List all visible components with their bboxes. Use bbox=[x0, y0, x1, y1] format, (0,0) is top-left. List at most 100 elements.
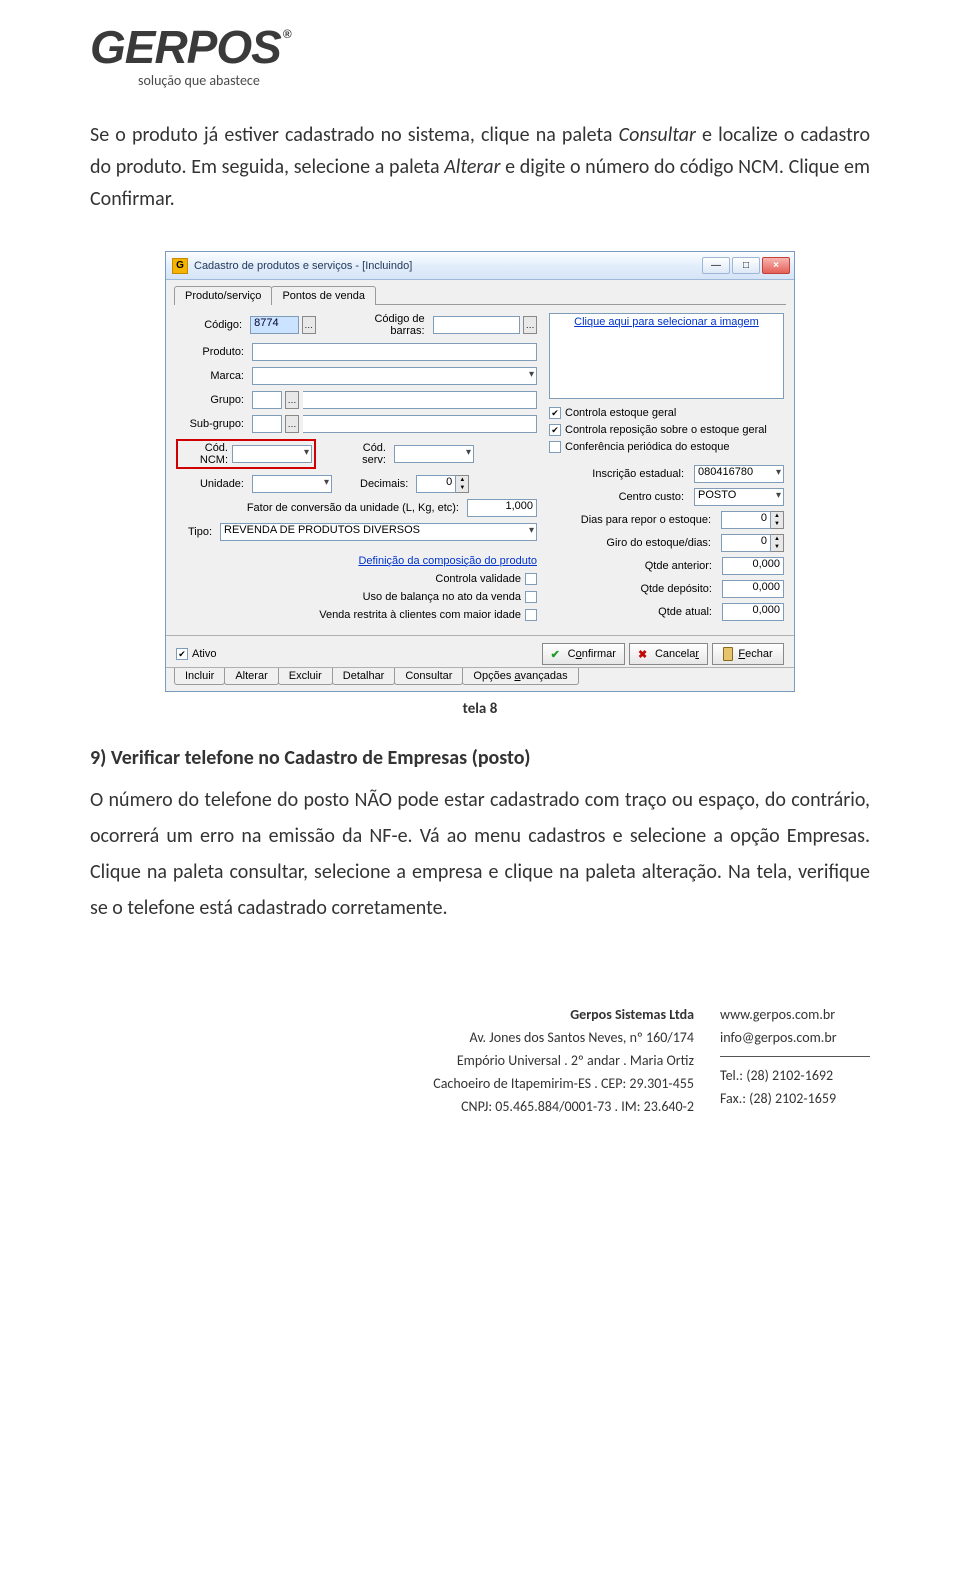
footer-tel: Tel.: (28) 2102-1692 bbox=[720, 1067, 870, 1084]
footer-building: Empório Universal . 2º andar . Maria Ort… bbox=[433, 1052, 694, 1069]
label-controla-estoque: Controla estoque geral bbox=[565, 407, 676, 419]
input-subgrupo[interactable] bbox=[252, 415, 282, 433]
highlight-cod-ncm: Cód. NCM: bbox=[176, 439, 316, 469]
select-codncm[interactable] bbox=[232, 445, 312, 463]
footer-city: Cachoeiro de Itapemirim-ES . CEP: 29.301… bbox=[433, 1075, 694, 1092]
label-codncm: Cód. NCM: bbox=[180, 442, 232, 466]
select-codserv[interactable] bbox=[394, 445, 474, 463]
select-insc-estadual[interactable]: 080416780 bbox=[694, 465, 784, 483]
footer-contact: www.gerpos.com.br info@gerpos.com.br Tel… bbox=[720, 1006, 870, 1115]
ref-alterar: Alterar bbox=[444, 155, 500, 179]
button-subgrupo-browse[interactable]: … bbox=[285, 415, 299, 433]
input-qtde-anterior[interactable]: 0,000 bbox=[722, 557, 784, 575]
button-codbarras-browse[interactable]: … bbox=[523, 316, 537, 334]
check-icon bbox=[551, 648, 563, 660]
tab-produto-servico[interactable]: Produto/serviço bbox=[174, 286, 272, 305]
label-codbarras: Código de barras: bbox=[340, 313, 429, 337]
tab-excluir[interactable]: Excluir bbox=[278, 668, 333, 685]
logo-tagline: solução que abastece bbox=[138, 72, 390, 89]
chevron-down-icon[interactable]: ▼ bbox=[456, 484, 468, 492]
input-fator[interactable]: 1,000 bbox=[467, 499, 537, 517]
bottom-tabs: Incluir Alterar Excluir Detalhar Consult… bbox=[166, 667, 794, 691]
footer-website: www.gerpos.com.br bbox=[720, 1006, 870, 1023]
footer-divider bbox=[720, 1056, 870, 1057]
tab-opcoes-avancadas[interactable]: Opções avançadas bbox=[462, 668, 578, 685]
label-qtde-deposito: Qtde depósito: bbox=[549, 583, 716, 595]
input-subgrupo-desc[interactable] bbox=[303, 415, 537, 433]
tab-alterar[interactable]: Alterar bbox=[224, 668, 278, 685]
minimize-button[interactable]: — bbox=[702, 257, 730, 274]
checkbox-conferencia[interactable] bbox=[549, 441, 561, 453]
select-marca[interactable] bbox=[252, 367, 537, 385]
input-codigo[interactable]: 8774 bbox=[250, 316, 299, 334]
section-9-body: O número do telefone do posto NÃO pode e… bbox=[90, 782, 870, 926]
input-qtde-atual[interactable]: 0,000 bbox=[722, 603, 784, 621]
maximize-button[interactable]: □ bbox=[732, 257, 760, 274]
label-subgrupo: Sub-grupo: bbox=[176, 418, 248, 430]
select-tipo[interactable]: REVENDA DE PRODUTOS DIVERSOS bbox=[220, 523, 537, 541]
label-fator: Fator de conversão da unidade (L, Kg, et… bbox=[176, 502, 463, 514]
label-qtde-atual: Qtde atual: bbox=[549, 606, 716, 618]
button-grupo-browse[interactable]: … bbox=[285, 391, 299, 409]
ref-consultar: Consultar bbox=[619, 123, 696, 147]
link-definicao-composicao[interactable]: Definição da composição do produto bbox=[358, 555, 537, 567]
label-codigo: Código: bbox=[176, 319, 246, 331]
image-placeholder[interactable]: Clique aqui para selecionar a imagem bbox=[549, 313, 784, 399]
chevron-up-icon[interactable]: ▲ bbox=[771, 512, 783, 520]
footer-street: Av. Jones dos Santos Neves, nº 160/174 bbox=[433, 1029, 694, 1046]
chevron-up-icon[interactable]: ▲ bbox=[771, 535, 783, 543]
button-confirmar[interactable]: Confirmar bbox=[542, 643, 625, 665]
label-dias-repor: Dias para repor o estoque: bbox=[549, 514, 715, 526]
label-ativo: Ativo bbox=[192, 648, 216, 660]
select-centro-custo[interactable]: POSTO bbox=[694, 488, 784, 506]
label-unidade: Unidade: bbox=[176, 478, 248, 490]
app-window: G Cadastro de produtos e serviços - [Inc… bbox=[165, 251, 795, 692]
window-title: Cadastro de produtos e serviços - [Inclu… bbox=[194, 260, 702, 272]
input-qtde-deposito[interactable]: 0,000 bbox=[722, 580, 784, 598]
input-produto[interactable] bbox=[252, 343, 537, 361]
checkbox-controla-reposicao[interactable]: ✔ bbox=[549, 424, 561, 436]
chevron-down-icon[interactable]: ▼ bbox=[771, 520, 783, 528]
checkbox-ativo[interactable]: ✔ bbox=[176, 648, 188, 660]
logo-brand: GERPOS® bbox=[90, 24, 390, 70]
close-button[interactable]: × bbox=[762, 257, 790, 274]
spinner-dias-repor[interactable]: 0▲▼ bbox=[721, 511, 784, 529]
footer-company: Gerpos Sistemas Ltda bbox=[433, 1006, 694, 1023]
input-codbarras[interactable] bbox=[433, 316, 521, 334]
button-bar: ✔ Ativo Confirmar Cancelar Fechar bbox=[166, 635, 794, 667]
figure-caption: tela 8 bbox=[90, 700, 870, 718]
checkbox-controla-estoque[interactable]: ✔ bbox=[549, 407, 561, 419]
chevron-up-icon[interactable]: ▲ bbox=[456, 476, 468, 484]
registered-mark: ® bbox=[283, 27, 291, 41]
button-fechar[interactable]: Fechar bbox=[712, 643, 784, 665]
logo: GERPOS® solução que abastece bbox=[90, 24, 390, 89]
footer-fax: Fax.: (28) 2102-1659 bbox=[720, 1090, 870, 1107]
top-tabs: Produto/serviço Pontos de venda bbox=[166, 280, 794, 305]
footer-email: info@gerpos.com.br bbox=[720, 1029, 870, 1046]
label-tipo: Tipo: bbox=[176, 526, 216, 538]
label-marca: Marca: bbox=[176, 370, 248, 382]
form-area: Código: 8774 … Código de barras: … Produ… bbox=[166, 305, 794, 635]
button-codigo-browse[interactable]: … bbox=[302, 316, 316, 334]
label-controla-validade: Controla validade bbox=[435, 573, 521, 585]
checkbox-controla-validade[interactable] bbox=[525, 573, 537, 585]
tab-incluir[interactable]: Incluir bbox=[174, 668, 225, 685]
select-unidade[interactable] bbox=[252, 475, 332, 493]
spinner-giro[interactable]: 0▲▼ bbox=[721, 534, 784, 552]
tab-consultar[interactable]: Consultar bbox=[394, 668, 463, 685]
label-qtde-anterior: Qtde anterior: bbox=[549, 560, 716, 572]
input-grupo-desc[interactable] bbox=[303, 391, 537, 409]
label-venda-restrita: Venda restrita à clientes com maior idad… bbox=[319, 609, 521, 621]
tab-pontos-venda[interactable]: Pontos de venda bbox=[271, 286, 376, 305]
tab-detalhar[interactable]: Detalhar bbox=[332, 668, 396, 685]
chevron-down-icon[interactable]: ▼ bbox=[771, 543, 783, 551]
checkbox-venda-restrita[interactable] bbox=[525, 609, 537, 621]
link-select-image[interactable]: Clique aqui para selecionar a imagem bbox=[550, 316, 783, 328]
spinner-decimais[interactable]: 0 ▲▼ bbox=[416, 475, 469, 493]
button-cancelar[interactable]: Cancelar bbox=[629, 643, 708, 665]
footer-cnpj: CNPJ: 05.465.884/0001-73 . IM: 23.640-2 bbox=[433, 1098, 694, 1115]
checkbox-uso-balanca[interactable] bbox=[525, 591, 537, 603]
label-insc-estadual: Inscrição estadual: bbox=[549, 468, 688, 480]
input-grupo[interactable] bbox=[252, 391, 282, 409]
label-produto: Produto: bbox=[176, 346, 248, 358]
